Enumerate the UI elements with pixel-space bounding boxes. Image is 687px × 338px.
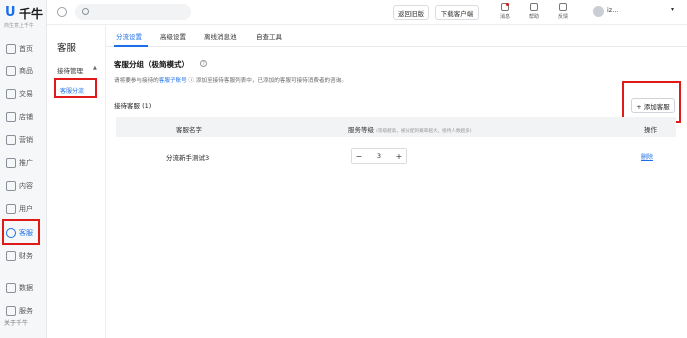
- messages-button[interactable]: 消息: [495, 3, 515, 23]
- sub-account-link[interactable]: 客服子账号: [159, 78, 187, 84]
- content-icon: [6, 181, 16, 191]
- data-icon: [6, 283, 16, 293]
- rail-item-promotion[interactable]: 推广: [3, 155, 43, 171]
- delete-link[interactable]: 删除: [641, 152, 653, 161]
- search-input[interactable]: [75, 4, 191, 20]
- logo-mark-icon: U: [5, 5, 16, 20]
- rail-item-trade[interactable]: 交易: [3, 86, 43, 102]
- rail-item-service[interactable]: 服务: [3, 303, 43, 319]
- section-description: 请将要参与接待的客服子账号 ⓘ 添加至接待客服列表中，已添加的客服可接待消费者的…: [114, 78, 347, 84]
- highlight-box-subnav: [54, 78, 97, 98]
- product-icon: [6, 66, 16, 76]
- tab-bar: 分流设置 高级设置 离线消息池 自查工具: [106, 25, 687, 47]
- tab-offline-message-pool[interactable]: 离线消息池: [204, 31, 237, 41]
- finance-icon: [6, 251, 16, 261]
- subnav-title: 客服: [57, 43, 77, 54]
- search-icon: [82, 8, 89, 15]
- download-client-button[interactable]: 下载客户端: [435, 5, 479, 20]
- service-icon: [6, 306, 16, 316]
- chevron-down-icon[interactable]: ▾: [671, 6, 674, 13]
- minus-icon[interactable]: −: [352, 149, 366, 163]
- rail-item-content[interactable]: 内容: [3, 178, 43, 194]
- agent-name: 分流新手测试3: [166, 154, 210, 162]
- top-bar: 返回旧版 下载客户端 消息 帮助 反馈 iz... ▾: [47, 0, 687, 25]
- user-name[interactable]: iz...: [607, 6, 618, 14]
- clock-icon[interactable]: [57, 7, 67, 17]
- help-button[interactable]: 帮助: [524, 3, 544, 23]
- about-link[interactable]: 关于千牛: [4, 318, 28, 327]
- marketing-icon: [6, 135, 16, 145]
- subnav-group-reception[interactable]: 接待管理: [57, 65, 83, 75]
- user-icon: [6, 204, 16, 214]
- chevron-up-icon[interactable]: ▲: [93, 65, 97, 71]
- home-icon: [6, 44, 16, 54]
- promotion-icon: [6, 158, 16, 168]
- service-level-value[interactable]: 3: [366, 149, 392, 163]
- rail-item-data[interactable]: 数据: [3, 280, 43, 296]
- tab-advanced-settings[interactable]: 高级设置: [160, 31, 186, 41]
- feedback-button[interactable]: 反馈: [553, 3, 573, 23]
- help-circle-icon[interactable]: ?: [200, 60, 207, 67]
- brand-slogan: 商生意上千牛: [4, 23, 35, 29]
- brand-logo[interactable]: U 千牛 商生意上千牛: [3, 5, 45, 31]
- table-header: 客服名字 服务等级 (等级越高，被分配的概率越大，接待人数越多) 操作: [116, 117, 676, 137]
- main-panel: 分流设置 高级设置 离线消息池 自查工具 客服分组（极简模式） ? 请将要参与接…: [106, 25, 687, 338]
- back-to-old-version-button[interactable]: 返回旧版: [393, 5, 429, 20]
- brand-name: 千牛: [19, 7, 44, 21]
- column-header-level: 服务等级 (等级越高，被分配的概率越大，接待人数越多): [348, 126, 472, 134]
- rail-item-store[interactable]: 店铺: [3, 109, 43, 125]
- notification-dot: [506, 3, 509, 6]
- section-title: 客服分组（极简模式）: [114, 60, 189, 69]
- column-header-action: 操作: [644, 126, 657, 134]
- tab-self-check-tools[interactable]: 自查工具: [256, 31, 282, 41]
- rail-item-home[interactable]: 首页: [3, 41, 43, 57]
- store-icon: [6, 112, 16, 122]
- reception-count-title: 接待客服 (1): [114, 102, 152, 110]
- trade-icon: [6, 89, 16, 99]
- sub-nav: 客服 接待管理 ▲ 客服分流: [47, 25, 106, 338]
- rail-item-finance[interactable]: 财务: [3, 248, 43, 264]
- table-row: 分流新手测试3 − 3 + 删除: [116, 143, 676, 171]
- plus-icon[interactable]: +: [392, 149, 406, 163]
- rail-item-user[interactable]: 用户: [3, 201, 43, 217]
- active-tab-indicator: [114, 45, 148, 47]
- feedback-icon: [559, 3, 567, 11]
- rail-item-product[interactable]: 商品: [3, 63, 43, 79]
- highlight-box-rail: [2, 219, 40, 245]
- column-header-name: 客服名字: [176, 126, 202, 134]
- help-icon: [530, 3, 538, 11]
- tab-routing-settings[interactable]: 分流设置: [116, 31, 142, 41]
- left-rail: U 千牛 商生意上千牛 首页 商品 交易 店铺 营销 推广 内容 用户 客服 财…: [0, 0, 47, 338]
- rail-item-marketing[interactable]: 营销: [3, 132, 43, 148]
- avatar[interactable]: [593, 6, 604, 17]
- app-root: U 千牛 商生意上千牛 首页 商品 交易 店铺 营销 推广 内容 用户 客服 财…: [0, 0, 687, 338]
- service-level-stepper[interactable]: − 3 +: [351, 148, 407, 164]
